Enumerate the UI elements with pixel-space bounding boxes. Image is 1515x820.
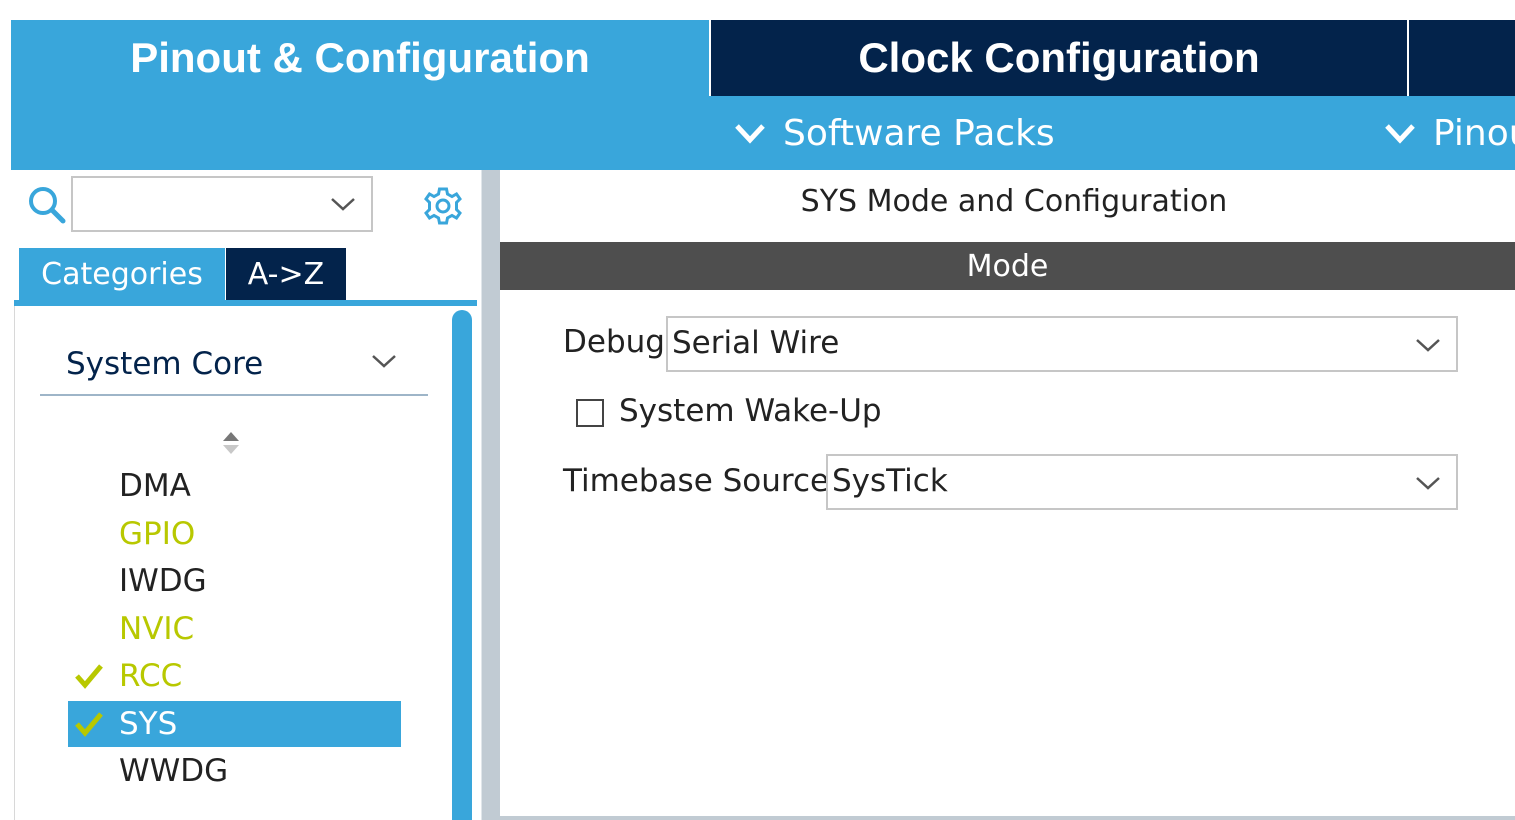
tab-pinout-label: Pinout & Configuration xyxy=(130,34,590,81)
configuration-panel: SYS Mode and Configuration Mode Debug Se… xyxy=(500,170,1515,820)
mode-header-label: Mode xyxy=(966,248,1049,284)
system-wake-up-label: System Wake-Up xyxy=(619,393,882,429)
pinout-menu[interactable]: Pinout xyxy=(1383,96,1515,170)
search-combobox[interactable] xyxy=(71,176,373,232)
peripheral-item-label: IWDG xyxy=(119,563,207,599)
debug-select[interactable]: Serial Wire xyxy=(666,316,1458,372)
tab-categories[interactable]: Categories xyxy=(19,248,225,300)
timebase-source-label: Timebase Source xyxy=(563,463,830,499)
group-system-core[interactable]: System Core xyxy=(66,346,263,382)
peripheral-item-rcc[interactable]: RCC xyxy=(68,653,401,699)
peripheral-item-label: NVIC xyxy=(119,610,195,647)
chevron-down-icon xyxy=(331,198,355,211)
debug-value: Serial Wire xyxy=(672,325,840,361)
chevron-down-icon xyxy=(1416,339,1440,352)
tab-clock-label: Clock Configuration xyxy=(858,34,1260,81)
list-scrollbar[interactable] xyxy=(452,310,472,820)
tab-a-to-z-label: A->Z xyxy=(247,256,325,292)
peripheral-item-dma[interactable]: DMA xyxy=(68,463,401,509)
group-divider xyxy=(40,394,428,396)
check-icon xyxy=(75,664,103,689)
peripheral-item-label: RCC xyxy=(119,658,183,694)
peripheral-item-wwdg[interactable]: WWDG xyxy=(68,748,401,794)
page-title: SYS Mode and Configuration xyxy=(800,184,1228,219)
peripheral-item-label: SYS xyxy=(119,705,178,742)
peripheral-item-gpio[interactable]: GPIO xyxy=(68,511,401,557)
sort-icon[interactable] xyxy=(220,428,242,458)
main-tab-bar: Pinout & Configuration Clock Configurati… xyxy=(11,20,1515,96)
pinout-menu-label: Pinout xyxy=(1433,112,1515,154)
categories-panel: Categories A->Z System Core DMA GPIO IWDG N… xyxy=(11,170,481,820)
tab-next-truncated[interactable] xyxy=(1409,20,1515,96)
chevron-down-icon xyxy=(1416,477,1440,490)
timebase-source-value: SysTick xyxy=(832,463,948,499)
gear-icon[interactable] xyxy=(421,184,465,228)
check-icon xyxy=(75,711,103,737)
chevron-down-icon xyxy=(1385,124,1415,144)
peripheral-item-sys[interactable]: SYS xyxy=(68,700,401,747)
system-wake-up-checkbox[interactable] xyxy=(576,399,604,427)
software-packs-menu[interactable]: Software Packs xyxy=(733,96,1055,170)
peripheral-item-iwdg[interactable]: IWDG xyxy=(68,558,401,604)
debug-label: Debug xyxy=(563,324,665,360)
tab-clock-configuration[interactable]: Clock Configuration xyxy=(709,20,1409,96)
panel-splitter[interactable] xyxy=(481,170,501,820)
chevron-down-icon xyxy=(735,124,765,144)
sub-menu-bar: Software Packs Pinout xyxy=(11,96,1515,170)
chevron-down-icon[interactable] xyxy=(369,350,399,372)
peripheral-item-label: DMA xyxy=(119,468,191,504)
panel-bottom-border xyxy=(500,816,1515,820)
mode-section-header[interactable]: Mode xyxy=(500,242,1515,290)
tab-a-to-z[interactable]: A->Z xyxy=(226,248,346,300)
timebase-source-select[interactable]: SysTick xyxy=(826,454,1458,510)
peripheral-item-nvic[interactable]: NVIC xyxy=(68,606,401,652)
search-icon[interactable] xyxy=(27,185,67,225)
peripheral-item-label: GPIO xyxy=(119,515,196,552)
software-packs-label: Software Packs xyxy=(783,112,1055,154)
tab-pinout-configuration[interactable]: Pinout & Configuration xyxy=(11,20,709,96)
tab-categories-label: Categories xyxy=(41,256,203,292)
peripheral-item-label: WWDG xyxy=(119,753,229,789)
